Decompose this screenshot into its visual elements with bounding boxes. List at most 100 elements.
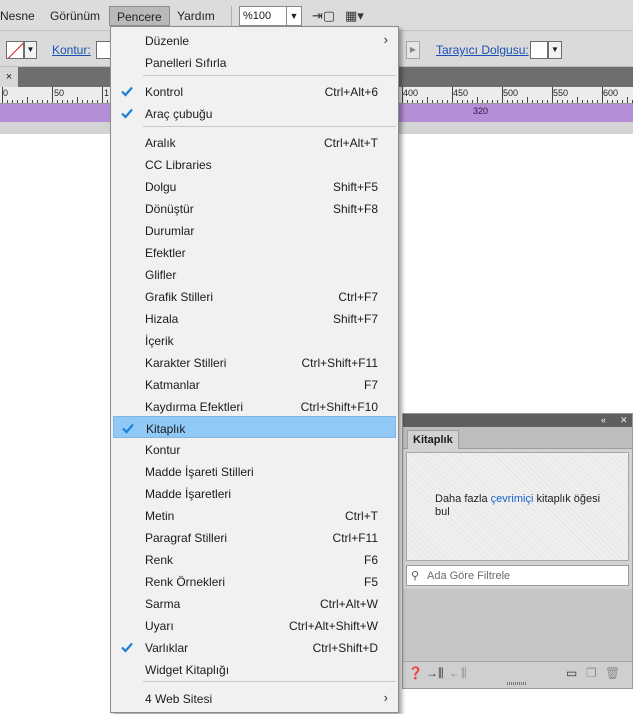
menu-item-shortcut: Ctrl+Shift+D <box>312 641 378 655</box>
chevron-down-icon[interactable]: ▼ <box>286 7 301 25</box>
menu-item-label: Kitaplık <box>146 422 186 436</box>
ruler-tick <box>97 100 98 103</box>
ruler-tick <box>522 100 523 103</box>
ruler-tick <box>22 100 23 103</box>
menu-item[interactable]: Kontrol Ctrl+Alt+6 <box>113 80 396 102</box>
trash-icon[interactable]: 🗑 <box>605 666 620 680</box>
menu-item-shortcut: F6 <box>363 553 378 567</box>
ruler-tick <box>72 100 73 103</box>
menu-item[interactable]: Metin Ctrl+T <box>113 504 396 526</box>
ruler-tick <box>542 100 543 103</box>
menu-nesne[interactable]: Nesne <box>0 6 42 26</box>
menu-item[interactable]: CC Libraries <box>113 153 396 175</box>
ruler-tick <box>587 100 588 103</box>
menu-item[interactable]: Kaydırma Efektleri Ctrl+Shift+F10 <box>113 395 396 417</box>
filter-input[interactable] <box>425 567 625 584</box>
ruler-tick <box>547 100 548 103</box>
menu-item[interactable]: İçerik <box>113 329 396 351</box>
ruler-tick <box>497 100 498 103</box>
ruler-label: 0 <box>3 88 9 98</box>
menu-item-label: Kontrol <box>145 85 184 99</box>
close-icon[interactable]: ✕ <box>620 414 628 427</box>
browser-fill-dropdown[interactable]: ▼ <box>548 41 562 59</box>
ruler-label: 550 <box>553 88 569 98</box>
menu-item[interactable]: Madde İşaretleri <box>113 482 396 504</box>
ruler-tick <box>622 100 623 103</box>
menu-item-shortcut: Ctrl+Alt+W <box>319 597 378 611</box>
menu-item-label: Metin <box>145 509 175 523</box>
menu-item[interactable]: Karakter Stilleri Ctrl+Shift+F11 <box>113 351 396 373</box>
menu-item[interactable]: Panelleri Sıfırla <box>113 51 396 73</box>
menu-item[interactable]: Grafik Stilleri Ctrl+F7 <box>113 285 396 307</box>
ruler-tick <box>482 100 483 103</box>
menu-item-label: Renk Örnekleri <box>145 575 226 589</box>
new-item-icon[interactable]: ❐ <box>586 666 597 680</box>
menu-item-label: Kontur <box>145 443 181 457</box>
menu-item[interactable]: Sarma Ctrl+Alt+W <box>113 592 396 614</box>
menu-item[interactable]: Kontur <box>113 438 396 460</box>
collapse-icon[interactable]: « <box>601 414 606 427</box>
menu-item-shortcut: Shift+F8 <box>332 202 378 216</box>
import-icon[interactable]: →⫼ <box>426 666 444 681</box>
tarayici-dolgusu-label[interactable]: Tarayıcı Dolgusu: <box>436 43 529 57</box>
browser-fill-swatch[interactable] <box>530 41 548 59</box>
menu-gorunum[interactable]: Görünüm <box>43 6 107 26</box>
help-icon[interactable]: ❓ <box>408 666 423 680</box>
ruler-tick <box>467 100 468 103</box>
tab-kitaplik[interactable]: Kitaplık <box>407 430 459 449</box>
folder-icon[interactable]: ▭ <box>566 666 577 680</box>
pencere-menu: Düzenle › Panelleri Sıfırla Kontrol Ctrl+Alt… <box>110 26 399 713</box>
menu-item[interactable]: Glifler <box>113 263 396 285</box>
menu-item[interactable]: Aralık Ctrl+Alt+T <box>113 131 396 153</box>
menu-item-label: Glifler <box>145 268 177 282</box>
menu-item[interactable]: Renk F6 <box>113 548 396 570</box>
menu-item[interactable]: Katmanlar F7 <box>113 373 396 395</box>
menu-item-label: Dolgu <box>145 180 177 194</box>
menu-separator <box>143 126 396 127</box>
panel-tab-row: Kitaplık <box>403 427 632 449</box>
ruler-tick <box>412 100 413 103</box>
menu-item[interactable]: 4 Web Sitesi › <box>113 687 396 709</box>
ruler-tick <box>557 100 558 103</box>
ruler-tick <box>102 87 103 103</box>
menu-item[interactable]: Renk Örnekleri F5 <box>113 570 396 592</box>
ruler-tick <box>17 100 18 103</box>
menu-item[interactable]: Düzenle › <box>113 29 396 51</box>
menu-yardim[interactable]: Yardım <box>170 6 222 26</box>
close-icon[interactable]: × <box>0 67 18 87</box>
ruler-tick <box>487 100 488 103</box>
menu-item[interactable]: Hizala Shift+F7 <box>113 307 396 329</box>
menu-item-label: Madde İşareti Stilleri <box>145 465 254 479</box>
menu-item-label: Paragraf Stilleri <box>145 531 228 545</box>
new-page-icon[interactable]: ⇥▢ <box>312 8 335 24</box>
menu-item[interactable]: Durumlar <box>113 219 396 241</box>
menu-item[interactable]: Widget Kitaplığı <box>113 658 396 680</box>
menu-item[interactable]: Araç çubuğu <box>113 102 396 124</box>
menu-item[interactable]: Dönüştür Shift+F8 <box>113 197 396 219</box>
menu-item-shortcut: Ctrl+F11 <box>332 531 378 545</box>
menu-item-shortcut: F5 <box>363 575 378 589</box>
screen-mode-icon[interactable]: ▦▾ <box>345 8 364 24</box>
ruler-tick <box>427 97 428 103</box>
export-icon[interactable]: ←⫼ <box>449 666 467 681</box>
zoom-select[interactable]: %100 ▼ <box>239 6 302 26</box>
menu-item[interactable]: Varlıklar Ctrl+Shift+D <box>113 636 396 658</box>
menu-item-label: Durumlar <box>145 224 195 238</box>
menu-pencere[interactable]: Pencere <box>109 6 170 26</box>
menu-item[interactable]: Paragraf Stilleri Ctrl+F11 <box>113 526 396 548</box>
kontur-label[interactable]: Kontur: <box>52 43 91 57</box>
chevron-right-icon[interactable]: ▶ <box>406 41 420 59</box>
menu-item[interactable]: Dolgu Shift+F5 <box>113 175 396 197</box>
fill-dropdown[interactable]: ▼ <box>24 41 37 59</box>
menu-item[interactable]: Madde İşareti Stilleri <box>113 460 396 482</box>
menu-item-label: Panelleri Sıfırla <box>145 56 227 70</box>
menu-item[interactable]: Efektler <box>113 241 396 263</box>
menu-item[interactable]: Kitaplık <box>113 416 396 438</box>
menu-item-shortcut: Ctrl+Shift+F10 <box>300 400 378 414</box>
menu-item[interactable]: Uyarı Ctrl+Alt+Shift+W <box>113 614 396 636</box>
resize-grip[interactable] <box>507 682 527 685</box>
checkmark-icon <box>120 420 136 436</box>
online-link[interactable]: çevrimiçi <box>491 493 534 505</box>
menu-item-label: Katmanlar <box>145 378 200 392</box>
fill-swatch[interactable] <box>6 41 24 59</box>
